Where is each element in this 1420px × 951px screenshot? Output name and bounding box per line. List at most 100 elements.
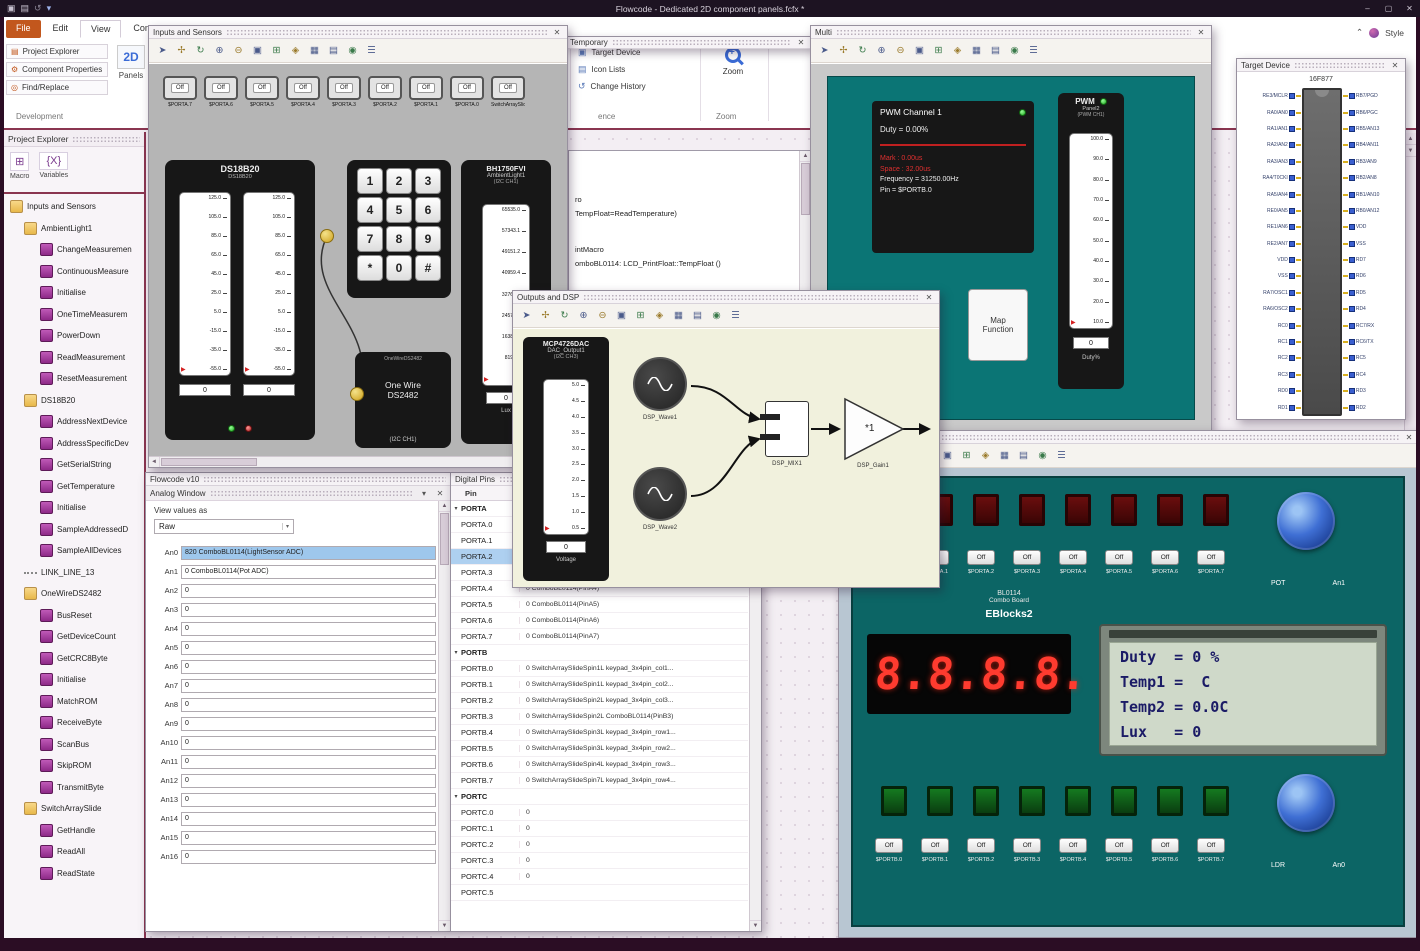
- zoom-out-icon[interactable]: ⊖: [595, 308, 610, 323]
- analog-value-input[interactable]: 0: [181, 659, 436, 674]
- chip-pin[interactable]: RD1: [1263, 399, 1301, 415]
- pan-icon[interactable]: ✢: [174, 43, 189, 58]
- switch-state-button[interactable]: Off: [1105, 550, 1133, 565]
- close-icon[interactable]: ✕: [434, 487, 446, 500]
- window-titlebar[interactable]: Flowcode v10: [146, 473, 450, 486]
- switch-state-button[interactable]: Off: [335, 83, 353, 93]
- analog-value-input[interactable]: 0: [181, 811, 436, 826]
- analog-value-input[interactable]: 0: [181, 716, 436, 731]
- chip-pin[interactable]: RC7/RX: [1342, 317, 1380, 333]
- chip-pin[interactable]: RE0/AN5: [1263, 203, 1301, 219]
- chip-pin[interactable]: RE2/AN7: [1263, 236, 1301, 252]
- switch-state-button[interactable]: Off: [1013, 550, 1041, 565]
- settings-icon[interactable]: ☰: [364, 43, 379, 58]
- snap-icon[interactable]: ◈: [652, 308, 667, 323]
- chip-pin[interactable]: RC2: [1263, 350, 1301, 366]
- tree-item[interactable]: MatchROM: [4, 691, 144, 713]
- chip-pin[interactable]: RA7/OSC1: [1263, 285, 1301, 301]
- save-icon[interactable]: ▤: [21, 0, 30, 17]
- close-icon[interactable]: ✕: [795, 36, 807, 49]
- grid-icon[interactable]: ⊞: [269, 43, 284, 58]
- zoom-button[interactable]: Zoom: [706, 47, 760, 76]
- board-switch[interactable]: Off $PORTB.5: [1105, 838, 1133, 863]
- switch-body[interactable]: Off: [204, 76, 238, 100]
- close-icon[interactable]: ✕: [1389, 59, 1401, 72]
- dock-caret-icon[interactable]: ▾: [418, 487, 430, 500]
- zoom-fit-icon[interactable]: ▣: [940, 448, 955, 463]
- ldr-knob[interactable]: [1277, 774, 1335, 832]
- chip-pin[interactable]: RA3/AN3: [1263, 154, 1301, 170]
- switch-body[interactable]: Off: [163, 76, 197, 100]
- scroll-up-icon[interactable]: ▲: [439, 501, 450, 512]
- switch-state-button[interactable]: Off: [967, 838, 995, 853]
- switch-state-button[interactable]: Off: [1105, 838, 1133, 853]
- temporary-window-titlebar[interactable]: Temporary ✕: [565, 36, 812, 49]
- digital-pin-row[interactable]: PORTB.7 0 SwitchArraySlideSpin7L keypad_…: [451, 773, 748, 789]
- grid-icon[interactable]: ⊞: [931, 43, 946, 58]
- rotate-icon[interactable]: ↻: [557, 308, 572, 323]
- digital-pin-row[interactable]: PORTC.3 0: [451, 853, 748, 869]
- analog-panel-header[interactable]: Analog Window ▾ ✕: [146, 486, 450, 501]
- tree-item[interactable]: ReadAll: [4, 841, 144, 863]
- layers-icon[interactable]: ▤: [326, 43, 341, 58]
- switch-state-button[interactable]: Off: [376, 83, 394, 93]
- digital-pin-row[interactable]: PORTB.3 0 SwitchArraySlideSpin2L ComboBL…: [451, 709, 748, 725]
- digital-pin-row[interactable]: PORTB.6 0 SwitchArraySlideSpin4L keypad_…: [451, 757, 748, 773]
- chip-pin[interactable]: RB1/AN10: [1342, 186, 1379, 202]
- window-titlebar[interactable]: Multi ✕: [811, 26, 1211, 39]
- keypad-key[interactable]: *: [357, 255, 383, 281]
- board-switch[interactable]: Off $PORTB.0: [875, 838, 903, 863]
- switch-state-button[interactable]: Off: [499, 83, 517, 93]
- switch-body[interactable]: Off: [450, 76, 484, 100]
- tree-item[interactable]: Inputs and Sensors: [4, 196, 144, 218]
- tree-item[interactable]: Initialise: [4, 497, 144, 519]
- keypad-key[interactable]: 6: [415, 197, 441, 223]
- digital-pin-row[interactable]: PORTB.2 0 SwitchArraySlideSpin2L keypad_…: [451, 693, 748, 709]
- cursor-icon[interactable]: ➤: [519, 308, 534, 323]
- voltage-value[interactable]: 0: [546, 541, 586, 553]
- board-switch[interactable]: Off $PORTA.7: [1197, 550, 1225, 575]
- tree-item[interactable]: SampleAllDevices: [4, 540, 144, 562]
- pan-icon[interactable]: ✢: [836, 43, 851, 58]
- digital-pin-row[interactable]: PORTB.0 0 SwitchArraySlideSpin1L keypad_…: [451, 661, 748, 677]
- onewire-ds2482-component[interactable]: OneWireDS2482 One Wire DS2482 (I2C CH1): [355, 352, 451, 448]
- digital-pin-row[interactable]: PORTB.5 0 SwitchArraySlideSpin3L keypad_…: [451, 741, 748, 757]
- analog-value-input[interactable]: 0 ComboBL0114(Pot ADC): [181, 564, 436, 579]
- tree-item[interactable]: ResetMeasurement: [4, 368, 144, 390]
- board-switch[interactable]: Off $PORTB.7: [1197, 838, 1225, 863]
- board-switch[interactable]: Off $PORTA.4: [1059, 550, 1087, 575]
- close-button[interactable]: ✕: [1399, 0, 1420, 17]
- scroll-thumb[interactable]: [801, 163, 810, 215]
- vertical-scrollbar[interactable]: ▲ ▼: [438, 501, 450, 931]
- dsp-wave1-component[interactable]: [633, 357, 687, 411]
- tree-item[interactable]: AddressNextDevice: [4, 411, 144, 433]
- tree-item[interactable]: SkipROM: [4, 755, 144, 777]
- switch-body[interactable]: Off: [368, 76, 402, 100]
- ribbon-check-item[interactable]: ▤ Icon Lists: [578, 64, 646, 75]
- close-icon[interactable]: ✕: [1403, 431, 1415, 444]
- tree-item[interactable]: ReceiveByte: [4, 712, 144, 734]
- ribbon-tab[interactable]: Edit: [43, 20, 79, 38]
- switch-body[interactable]: Off: [327, 76, 361, 100]
- switch-state-button[interactable]: Off: [417, 83, 435, 93]
- analog-value-input[interactable]: 0: [181, 583, 436, 598]
- keypad-key[interactable]: 8: [386, 226, 412, 252]
- analog-value-input[interactable]: 0: [181, 735, 436, 750]
- slide-switch[interactable]: Off $PORTA.4: [286, 76, 320, 108]
- analog-value-input[interactable]: 0: [181, 754, 436, 769]
- maximize-button[interactable]: ▢: [1378, 0, 1399, 17]
- chip-pin[interactable]: RC4: [1342, 367, 1380, 383]
- duplicate-icon[interactable]: ▦: [671, 308, 686, 323]
- digital-pin-row[interactable]: PORTC.2 0: [451, 837, 748, 853]
- close-icon[interactable]: ✕: [551, 26, 563, 39]
- grid-icon[interactable]: ⊞: [959, 448, 974, 463]
- keypad-key[interactable]: 2: [386, 168, 412, 194]
- keypad-key[interactable]: 4: [357, 197, 383, 223]
- dsp-wave2-component[interactable]: [633, 467, 687, 521]
- chip-pin[interactable]: RC5: [1342, 350, 1380, 366]
- digital-pin-row[interactable]: PORTA.6 0 ComboBL0114(PinA6): [451, 613, 748, 629]
- tree-item[interactable]: SwitchArraySlide: [4, 798, 144, 820]
- chip-pin[interactable]: RD2: [1342, 399, 1380, 415]
- tree-item[interactable]: ReadMeasurement: [4, 347, 144, 369]
- duty-value[interactable]: 0: [1073, 337, 1109, 349]
